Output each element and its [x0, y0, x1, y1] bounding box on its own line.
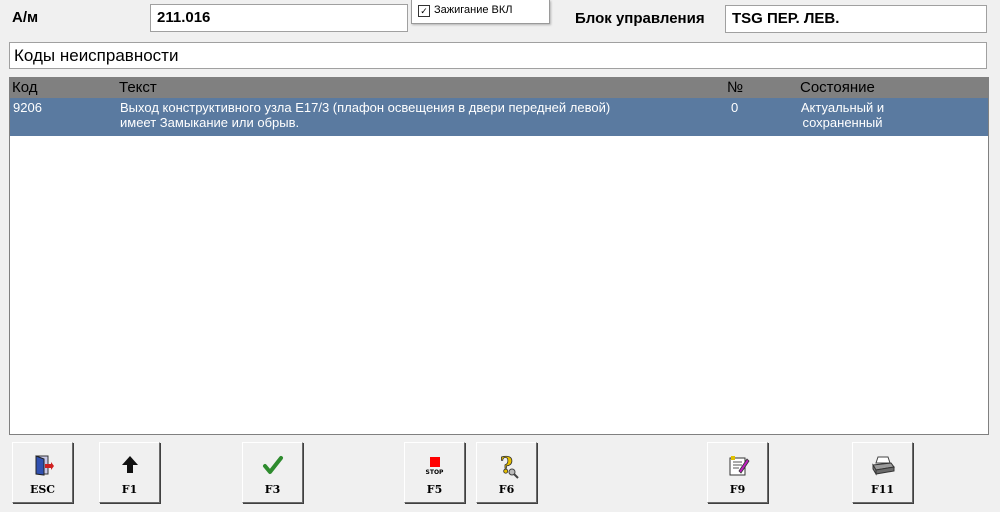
- vehicle-field: 211.016: [150, 4, 408, 32]
- cell-text-line2: имеет Замыкание или обрыв.: [120, 115, 300, 130]
- help-icon: ?: [477, 453, 536, 479]
- column-header-state: Состояние: [800, 79, 875, 96]
- f11-button[interactable]: F11: [852, 442, 913, 503]
- notepad-icon: [708, 453, 767, 477]
- exit-door-icon: [13, 453, 72, 477]
- cell-state-line1: Актуальный и: [800, 100, 885, 115]
- cell-text: Выход конструктивного узла E17/3 (плафон…: [120, 100, 610, 130]
- f6-button[interactable]: ? F6: [476, 442, 537, 503]
- ecu-field: TSG ПЕР. ЛЕВ.: [725, 5, 987, 33]
- section-title: Коды неисправности: [9, 42, 987, 69]
- checkbox-icon: ✓: [418, 5, 430, 17]
- column-header-number: №: [727, 79, 744, 96]
- ignition-indicator: ✓ Зажигание ВКЛ: [411, 0, 550, 24]
- cell-text-line1: Выход конструктивного узла E17/3 (плафон…: [120, 100, 611, 115]
- f3-button[interactable]: F3: [242, 442, 303, 503]
- f9-button[interactable]: F9: [707, 442, 768, 503]
- f1-button[interactable]: F1: [99, 442, 160, 503]
- column-header-text: Текст: [119, 79, 157, 96]
- f1-key-label: F1: [121, 483, 138, 496]
- cell-number: 0: [731, 100, 739, 115]
- arrow-up-icon: [100, 453, 159, 477]
- f5-key-label: F5: [426, 483, 443, 496]
- f3-key-label: F3: [264, 483, 281, 496]
- f5-button[interactable]: STOP F5: [404, 442, 465, 503]
- column-header-code: Код: [12, 79, 38, 96]
- ecu-label: Блок управления: [575, 10, 705, 27]
- esc-key-label: ESC: [29, 483, 56, 496]
- cell-state-line2: сохраненный: [802, 115, 883, 130]
- checkmark-icon: [243, 453, 302, 477]
- ignition-label: Зажигание ВКЛ: [434, 4, 513, 16]
- cell-state: Актуальный и сохраненный: [790, 100, 895, 130]
- table-row[interactable]: 9206 Выход конструктивного узла E17/3 (п…: [10, 98, 988, 136]
- cell-code: 9206: [13, 100, 42, 115]
- esc-button[interactable]: ESC: [12, 442, 73, 503]
- table-header: Код Текст № Состояние: [10, 78, 988, 98]
- f11-key-label: F11: [870, 483, 895, 496]
- f9-key-label: F9: [729, 483, 746, 496]
- stop-icon-text: STOP: [425, 469, 444, 476]
- stop-icon: STOP: [405, 453, 464, 477]
- vehicle-label: А/м: [12, 9, 39, 26]
- f6-key-label: F6: [498, 483, 515, 496]
- printer-icon: [853, 453, 912, 477]
- fault-codes-table[interactable]: Код Текст № Состояние 9206 Выход констру…: [9, 77, 989, 435]
